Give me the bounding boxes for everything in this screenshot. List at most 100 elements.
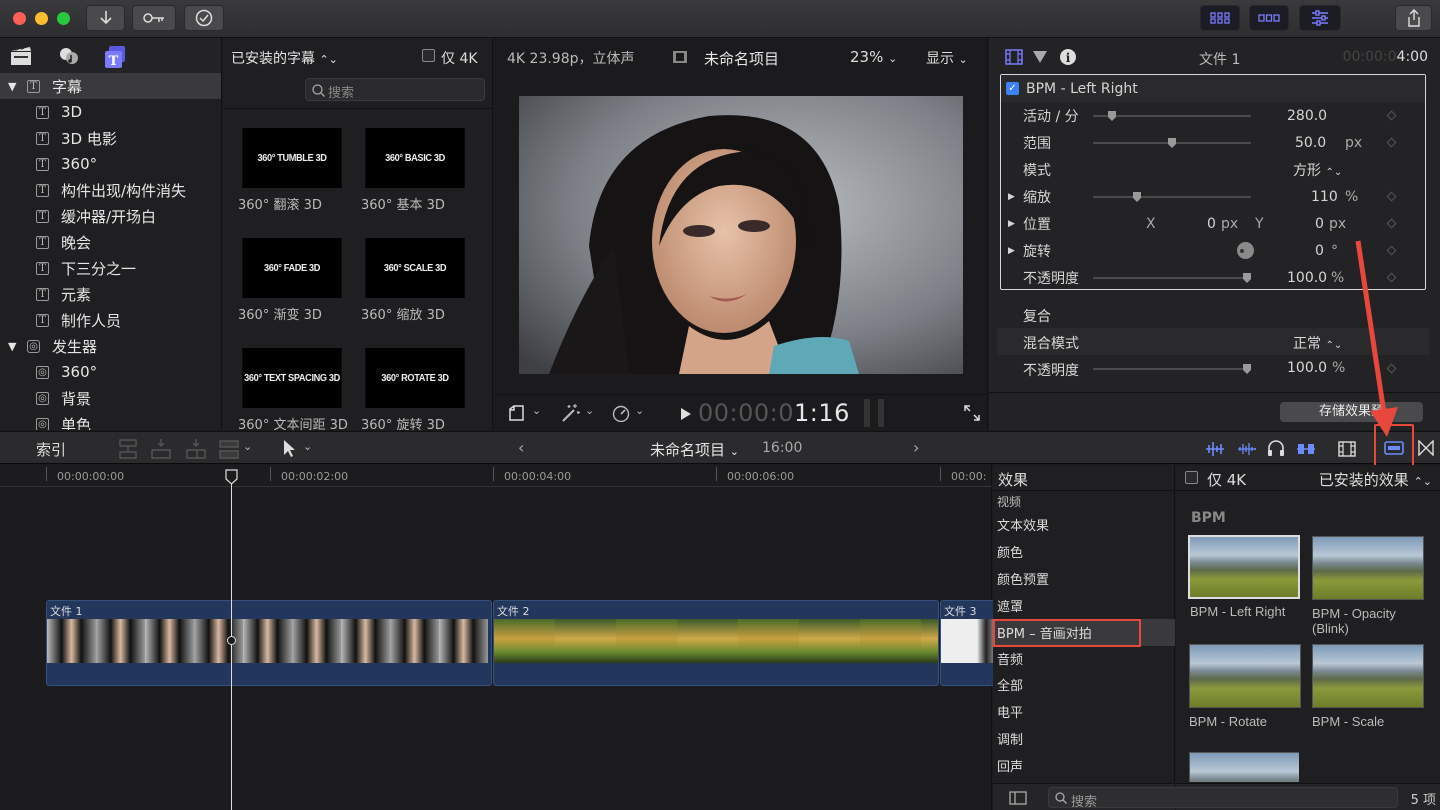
timeline-clip-1[interactable]: 文件 1: [46, 600, 492, 686]
title-thumb-basic[interactable]: 360° BASIC 3D 360° 基本 3D: [361, 128, 469, 213]
chevron-down-icon[interactable]: ⌄: [243, 440, 252, 453]
sidebar-item-generator-360[interactable]: ◎ 360°: [0, 359, 221, 385]
zoom-window-button[interactable]: [57, 12, 70, 25]
fullscreen-icon[interactable]: [964, 405, 980, 421]
clip-appearance-icon[interactable]: [1338, 440, 1356, 458]
category-levels[interactable]: 电平: [993, 698, 1175, 725]
sidebar-item-solids[interactable]: ◎ 单色: [0, 411, 221, 430]
background-tasks-button[interactable]: [184, 5, 224, 31]
disclosure-triangle-icon[interactable]: ▶: [1008, 219, 1023, 229]
sidebar-item-bumper-opener[interactable]: T 缓冲器/开场白: [0, 203, 221, 229]
keywords-button[interactable]: [132, 5, 176, 31]
param-slider[interactable]: [1093, 273, 1251, 283]
only-4k-checkbox[interactable]: [422, 49, 435, 62]
append-clip-icon[interactable]: [185, 438, 207, 460]
keyframe-icon[interactable]: [1386, 137, 1397, 148]
title-thumb-rotate[interactable]: 360° ROTATE 3D 360° 旋转 3D: [361, 348, 469, 433]
index-button[interactable]: 索引: [36, 439, 66, 460]
param-slider[interactable]: [1093, 111, 1251, 121]
category-modulation[interactable]: 调制: [993, 725, 1175, 752]
keyframe-icon[interactable]: [1386, 191, 1397, 202]
effects-search-input[interactable]: 搜索: [1048, 787, 1398, 810]
category-color-presets[interactable]: 颜色预置: [993, 565, 1175, 592]
sidebar-item-titles[interactable]: ▼ T 字幕: [0, 73, 221, 99]
category-masks[interactable]: 遮罩: [993, 592, 1175, 619]
effects-browser-icon[interactable]: [1384, 439, 1404, 457]
effect-item-opacity-blink[interactable]: BPM - Opacity (Blink): [1312, 536, 1424, 636]
category-all[interactable]: 全部: [993, 671, 1175, 698]
sidebar-item-build-in-out[interactable]: T 构件出现/构件消失: [0, 177, 221, 203]
sidebar-item-3d-movie[interactable]: T 3D 电影: [0, 125, 221, 151]
x-value[interactable]: 0: [1207, 216, 1216, 232]
disclosure-triangle-icon[interactable]: ▶: [1008, 192, 1023, 202]
transitions-browser-icon[interactable]: [1418, 440, 1434, 456]
show-timeline-button[interactable]: [1249, 5, 1289, 31]
category-echo[interactable]: 回声: [993, 752, 1175, 779]
title-thumb-fade[interactable]: 360° FADE 3D 360° 渐变 3D: [238, 238, 346, 323]
overwrite-clip-icon[interactable]: [218, 438, 240, 460]
title-thumb-tumble[interactable]: 360° TUMBLE 3D 360° 翻滚 3D: [238, 128, 346, 213]
effect-header[interactable]: ✓ BPM - Left Right: [1001, 75, 1425, 102]
slider-knob[interactable]: [1243, 273, 1251, 283]
y-value[interactable]: 0: [1315, 216, 1324, 232]
sidebar-toggle-icon[interactable]: [1009, 791, 1027, 805]
sidebar-item-party[interactable]: T 晚会: [0, 229, 221, 255]
import-button[interactable]: [86, 5, 125, 31]
sidebar-item-backgrounds[interactable]: ◎ 背景: [0, 385, 221, 411]
show-browser-button[interactable]: [1200, 5, 1240, 31]
headphones-icon[interactable]: [1267, 439, 1285, 457]
insert-clip-icon[interactable]: [150, 438, 172, 460]
color-inspector-icon[interactable]: [1032, 50, 1048, 64]
disclosure-triangle-icon[interactable]: ▼: [8, 340, 22, 353]
photos-audio-icon[interactable]: [58, 45, 80, 67]
minimize-window-button[interactable]: [35, 12, 48, 25]
keyframe-icon[interactable]: [1386, 110, 1397, 121]
slider-knob[interactable]: [1133, 192, 1141, 202]
mode-dropdown[interactable]: 方形 ⌃⌄: [1293, 160, 1342, 180]
titles-generators-icon[interactable]: T: [104, 45, 128, 69]
chevron-down-icon[interactable]: ⌄: [635, 404, 644, 417]
zoom-dropdown[interactable]: 23% ⌄: [850, 48, 897, 66]
title-thumb-text-spacing[interactable]: 360° TEXT SPACING 3D 360° 文本间距 3D: [238, 348, 348, 433]
timeline-clip-3[interactable]: 文件 3: [940, 600, 1000, 686]
title-thumb-scale[interactable]: 360° SCALE 3D 360° 缩放 3D: [361, 238, 469, 323]
category-color[interactable]: 颜色: [993, 538, 1175, 565]
video-inspector-icon[interactable]: [1005, 49, 1023, 65]
slider-knob[interactable]: [1243, 364, 1251, 374]
timeline-project-dropdown[interactable]: 未命名项目 ⌄: [650, 439, 739, 460]
rotation-dial[interactable]: [1237, 242, 1254, 259]
disclosure-triangle-icon[interactable]: ▶: [1008, 246, 1023, 256]
effect-enable-checkbox[interactable]: ✓: [1006, 82, 1019, 95]
effect-item-scale[interactable]: BPM - Scale: [1312, 644, 1424, 729]
blend-mode-dropdown[interactable]: 正常 ⌃⌄: [1293, 333, 1342, 353]
slider-knob[interactable]: [1168, 138, 1176, 148]
select-arrow-icon[interactable]: [283, 439, 297, 459]
video-frame[interactable]: [519, 96, 963, 374]
close-window-button[interactable]: [13, 12, 26, 25]
snapping-icon[interactable]: [1295, 440, 1317, 458]
disclosure-triangle-icon[interactable]: ▼: [8, 80, 22, 93]
param-slider[interactable]: [1093, 138, 1251, 148]
display-dropdown[interactable]: 显示 ⌄: [926, 48, 968, 68]
timeline-ruler[interactable]: 00:00:00:00 00:00:02:00 00:00:04:00 00:0…: [0, 465, 992, 487]
param-value[interactable]: 50.0: [1295, 135, 1326, 151]
playhead-handle[interactable]: [225, 469, 238, 485]
sidebar-item-lower-thirds[interactable]: T 下三分之一: [0, 255, 221, 281]
sidebar-item-generators[interactable]: ▼ ◎ 发生器: [0, 333, 221, 359]
speedometer-icon[interactable]: [611, 404, 631, 422]
param-value[interactable]: 100.0: [1287, 270, 1327, 286]
waveform-icon[interactable]: [1236, 440, 1258, 458]
only-4k-checkbox[interactable]: [1185, 471, 1198, 484]
transform-icon[interactable]: [507, 404, 527, 422]
forward-arrow-icon[interactable]: ›: [913, 438, 919, 457]
chevron-down-icon[interactable]: ⌄: [585, 404, 594, 417]
effect-item-rotate[interactable]: BPM - Rotate: [1189, 644, 1301, 729]
audio-skimming-icon[interactable]: [1204, 440, 1226, 458]
chevron-down-icon[interactable]: ⌄: [532, 404, 541, 417]
show-inspector-button[interactable]: [1299, 5, 1341, 31]
category-text-effects[interactable]: 文本效果: [993, 511, 1175, 538]
play-icon[interactable]: [680, 407, 692, 421]
installed-effects-dropdown[interactable]: 已安装的效果 ⌃⌄: [1319, 469, 1432, 490]
connect-clip-icon[interactable]: [117, 438, 139, 460]
info-icon[interactable]: i: [1059, 48, 1077, 66]
